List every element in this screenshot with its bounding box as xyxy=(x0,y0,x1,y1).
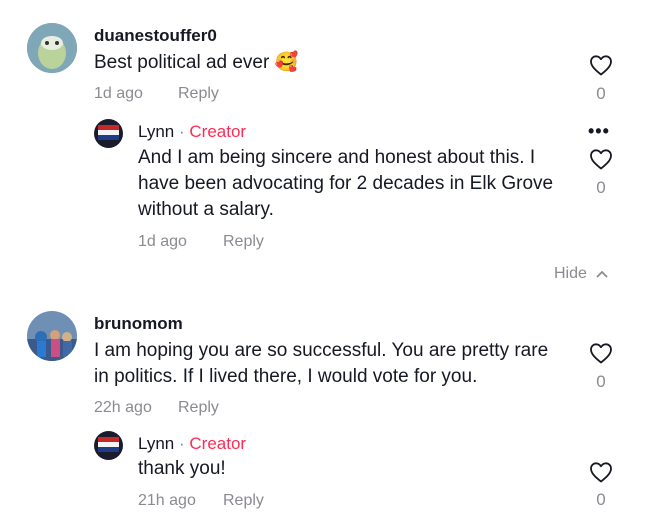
emoji: 🥰 xyxy=(274,52,299,73)
like-count: 0 xyxy=(596,178,606,197)
heart-outline-icon[interactable] xyxy=(589,461,613,483)
reply-text: thank you! xyxy=(138,458,226,479)
reply-username-line: Lynn · Creator xyxy=(138,122,246,142)
comment-timestamp: 1d ago xyxy=(94,85,143,102)
reply-button[interactable]: Reply xyxy=(178,399,219,417)
like-button[interactable] xyxy=(589,148,613,175)
avatar-image xyxy=(94,119,123,148)
reply-username[interactable]: Lynn xyxy=(138,434,174,453)
comment-timestamp: 22h ago xyxy=(94,399,152,416)
like-count: 0 xyxy=(596,372,606,391)
heart-outline-icon[interactable] xyxy=(589,342,613,364)
hide-replies-button[interactable]: Hide xyxy=(554,265,608,283)
avatar-image xyxy=(27,23,77,73)
reply-text: And I am being sincere and honest about … xyxy=(138,147,554,220)
avatar-image xyxy=(94,431,123,460)
comment-text: Best political ad ever 🥰 xyxy=(94,50,554,76)
chevron-up-icon xyxy=(596,270,608,278)
reply-timestamp: 1d ago xyxy=(138,233,187,250)
like-button[interactable] xyxy=(589,342,613,369)
comment-text: I am hoping you are so successful. You a… xyxy=(94,340,549,387)
comment-username[interactable]: duanestouffer0 xyxy=(94,26,217,46)
separator-dot: · xyxy=(178,122,185,141)
comment-text-body: Best political ad ever xyxy=(94,52,270,73)
heart-outline-icon[interactable] xyxy=(589,148,613,170)
reply-button[interactable]: Reply xyxy=(223,492,264,510)
creator-avatar[interactable] xyxy=(94,431,123,460)
reply-button[interactable]: Reply xyxy=(178,85,219,103)
commenter-avatar[interactable] xyxy=(27,23,77,73)
reply-username-line: Lynn · Creator xyxy=(138,434,246,454)
creator-badge: Creator xyxy=(189,122,247,141)
commenter-avatar[interactable] xyxy=(27,311,77,361)
heart-outline-icon[interactable] xyxy=(589,54,613,76)
reply-username[interactable]: Lynn xyxy=(138,122,174,141)
creator-badge: Creator xyxy=(189,434,247,453)
like-count: 0 xyxy=(596,490,606,509)
separator-dot: · xyxy=(178,434,185,453)
avatar-image xyxy=(27,311,77,361)
like-count: 0 xyxy=(596,84,606,103)
like-button[interactable] xyxy=(589,54,613,81)
like-button[interactable] xyxy=(589,461,613,488)
hide-label: Hide xyxy=(554,265,587,282)
reply-timestamp: 21h ago xyxy=(138,492,196,509)
more-options-icon[interactable]: ••• xyxy=(588,121,610,142)
reply-button[interactable]: Reply xyxy=(223,233,264,251)
creator-avatar[interactable] xyxy=(94,119,123,148)
comment-username[interactable]: brunomom xyxy=(94,314,183,334)
